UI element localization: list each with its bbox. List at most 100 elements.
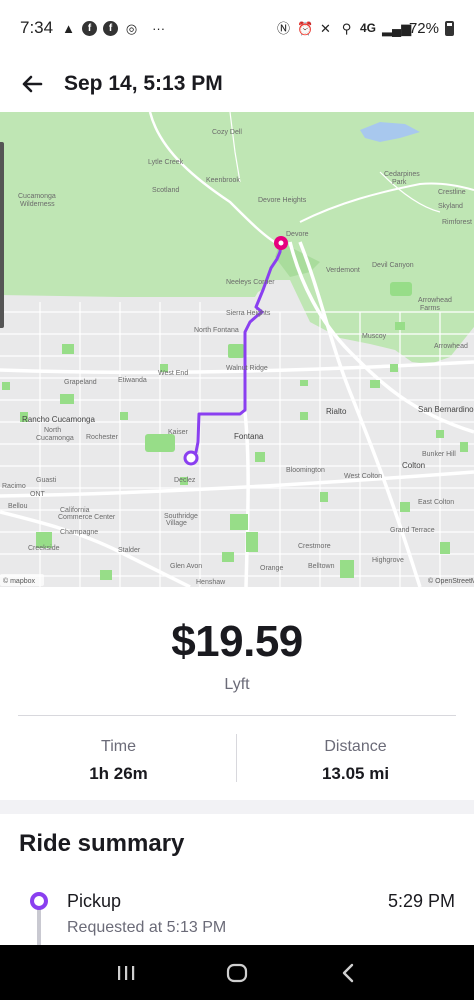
place-label: Scotland	[152, 187, 179, 194]
arrow-left-icon	[22, 75, 43, 93]
warning-icon: ▲	[62, 20, 76, 36]
place-label: Devil Canyon	[372, 262, 414, 269]
timeline-line	[37, 908, 41, 948]
place-label: San Bernardino	[418, 405, 474, 414]
pickup-time: 5:29 PM	[387, 891, 455, 911]
map-edge-handle	[0, 142, 4, 328]
place-label: Rialto	[326, 407, 347, 416]
fare-section: $19.59 Lyft	[0, 587, 474, 715]
place-label: Farms	[420, 305, 440, 312]
place-label: Kaiser	[168, 429, 189, 436]
status-time: 7:34	[20, 18, 54, 37]
system-nav-bar	[0, 945, 474, 1000]
time-label: Time	[101, 738, 136, 755]
place-label: Fontana	[234, 432, 264, 441]
place-label: Bellou	[8, 503, 28, 510]
place-label: Rimforest	[442, 219, 472, 226]
recent-apps-button[interactable]	[106, 953, 146, 993]
place-label: North Fontana	[194, 327, 239, 334]
time-value: 1h 26m	[89, 764, 148, 783]
place-label: Sierra Heights	[226, 310, 271, 317]
distance-label: Distance	[324, 738, 387, 755]
stats-divider	[236, 734, 237, 782]
place-label: Crestmore	[298, 543, 331, 550]
place-label: California	[60, 507, 90, 514]
battery-percent: 72%	[408, 19, 439, 37]
alarm-icon: ⏰	[296, 20, 314, 36]
place-label: Highgrove	[372, 557, 404, 564]
place-label: West Colton	[344, 473, 382, 480]
place-label: Etiwanda	[118, 377, 147, 384]
place-label: Skyland	[438, 203, 463, 210]
trip-stats: Time 1h 26m Distance 13.05 mi	[0, 716, 474, 800]
place-label: Arrowhead	[418, 297, 452, 304]
place-label: Grand Terrace	[390, 527, 435, 534]
place-label: Village	[166, 520, 187, 527]
page-title: Sep 14, 5:13 PM	[64, 72, 223, 95]
place-label: Colton	[402, 461, 425, 470]
fare-amount: $19.59	[171, 617, 303, 666]
place-label: Creekside	[28, 545, 60, 552]
place-label: Glen Avon	[170, 563, 202, 570]
recent-apps-icon	[117, 965, 134, 980]
place-label: Park	[392, 179, 407, 186]
home-icon	[226, 963, 248, 982]
place-label: Wilderness	[20, 201, 55, 208]
place-label: Crestline	[438, 189, 466, 196]
place-label: Rancho Cucamonga	[22, 415, 95, 424]
place-label: Grapeland	[64, 379, 97, 386]
place-label: Belltown	[308, 563, 335, 570]
facebook-icon: f	[82, 20, 98, 36]
place-label: Rochester	[86, 434, 119, 441]
pickup-label: Pickup	[67, 891, 122, 911]
signal-icon: ▂▄▆	[381, 20, 412, 36]
place-label: Stalder	[118, 547, 141, 554]
section-separator	[0, 800, 474, 814]
place-label: Lytle Creek	[148, 159, 184, 166]
facebook-icon: f	[103, 20, 119, 36]
place-label: Cucamonga	[36, 435, 74, 442]
place-label: Devore	[286, 231, 309, 238]
status-bar: 7:34 ▲ f f ◎ ··· Ⓝ ⏰ ✕ ⚲ 4G ▂▄▆ 72%	[0, 0, 474, 56]
route-map[interactable]: Cucamonga Wilderness Cozy Dell Lytle Cre…	[0, 112, 474, 587]
place-label: Bunker Hill	[422, 451, 456, 458]
place-label: Champagne	[60, 529, 98, 536]
distance-stat: Distance 13.05 mi	[237, 716, 474, 800]
place-label: West End	[158, 370, 188, 377]
home-button[interactable]	[217, 953, 257, 993]
place-label: Muscoy	[362, 333, 387, 340]
place-label: North	[44, 427, 61, 434]
place-label: Verdemont	[326, 267, 360, 274]
pickup-requested-time: Requested at 5:13 PM	[67, 919, 227, 936]
place-label: Neeleys Corner	[226, 279, 275, 286]
more-icon: ···	[152, 20, 166, 36]
place-label: Commerce Center	[58, 514, 116, 521]
place-label: Walnut Ridge	[226, 365, 268, 372]
mapbox-attribution: © mapbox	[3, 577, 36, 585]
place-label: Devore Heights	[258, 197, 307, 204]
network-label: 4G	[359, 21, 376, 35]
mute-icon: ✕	[320, 20, 331, 36]
location-icon: ⚲	[341, 20, 352, 36]
fare-provider: Lyft	[224, 676, 250, 693]
distance-value: 13.05 mi	[321, 764, 390, 783]
place-label: Cucamonga	[18, 193, 56, 200]
notification-icons: ▲ f f ◎ ···	[61, 20, 166, 36]
place-label: Bloomington	[286, 467, 325, 474]
battery-icon	[445, 20, 454, 36]
place-label: Southridge	[164, 513, 198, 520]
osm-attribution: © OpenStreetMap	[428, 577, 474, 585]
place-label: Arrowhead	[434, 343, 468, 350]
map-canvas: Cucamonga Wilderness Cozy Dell Lytle Cre…	[0, 112, 474, 587]
system-back-button[interactable]	[328, 953, 368, 993]
app-header: Sep 14, 5:13 PM	[0, 56, 474, 112]
place-label: Henshaw	[196, 579, 226, 586]
pickup-dot-icon	[30, 892, 48, 910]
place-label: Keenbrook	[206, 177, 240, 184]
place-label: Cozy Dell	[212, 129, 242, 136]
place-label: Cedarpines	[384, 171, 420, 178]
back-button[interactable]	[0, 56, 64, 112]
place-label: Orange	[260, 565, 283, 572]
place-label: Guasti	[36, 477, 57, 484]
place-label: Racimo	[2, 483, 26, 490]
